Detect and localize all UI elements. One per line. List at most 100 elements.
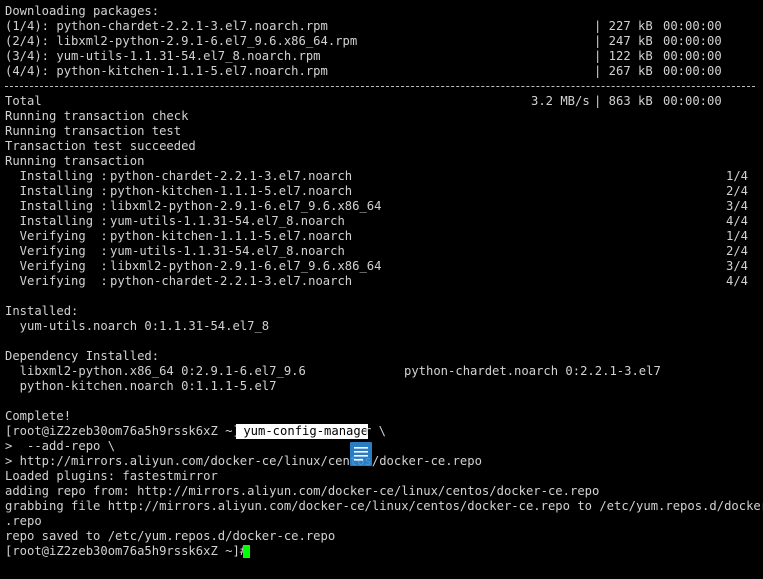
command-line[interactable]: [root@iZ2zeb30om76a5h9rssk6xZ ~]# yum-co… bbox=[0, 424, 763, 439]
download-time: 00:00:00 bbox=[663, 64, 722, 78]
output-text: Running transaction check bbox=[5, 109, 189, 123]
command-continuation: > http://mirrors.aliyun.com/docker-ce/li… bbox=[5, 454, 482, 468]
output-text: adding repo from: http://mirrors.aliyun.… bbox=[5, 484, 600, 498]
transaction-package: python-kitchen-1.1.1-5.el7.noarch bbox=[110, 229, 353, 243]
transaction-package: python-chardet-2.2.1-3.el7.noarch bbox=[110, 169, 353, 183]
transaction-count: 2/4 bbox=[726, 244, 749, 258]
total-label: Total bbox=[5, 94, 42, 108]
transaction-package: libxml2-python-2.9.1-6.el7_9.6.x86_64 bbox=[110, 199, 382, 213]
complete-message: Complete! bbox=[5, 409, 72, 423]
output-text: repo saved to /etc/yum.repos.d/docker-ce… bbox=[5, 529, 336, 543]
installed-header: Installed: bbox=[5, 304, 79, 318]
transaction-row: Installing : libxml2-python-2.9.1-6.el7_… bbox=[0, 199, 748, 214]
download-time: 00:00:00 bbox=[663, 19, 722, 33]
transaction-package: python-kitchen-1.1.1-5.el7.noarch bbox=[110, 184, 353, 198]
total-time: 00:00:00 bbox=[663, 94, 722, 108]
download-row: (4/4): python-kitchen-1.1.1-5.el7.noarch… bbox=[0, 64, 722, 79]
transaction-action: Verifying : bbox=[5, 274, 108, 288]
download-time: 00:00:00 bbox=[663, 49, 722, 63]
download-row: (1/4): python-chardet-2.2.1-3.el7.noarch… bbox=[0, 19, 722, 34]
download-package: (2/4): libxml2-python-2.9.1-6.el7_9.6.x8… bbox=[5, 34, 358, 48]
terminal-line: yum-utils.noarch 0:1.1.31-54.el7_8 bbox=[0, 319, 269, 334]
terminal-window[interactable]: Downloading packages: (1/4): python-char… bbox=[0, 0, 763, 579]
transaction-action: Installing : bbox=[5, 169, 108, 183]
active-prompt-line[interactable]: [root@iZ2zeb30om76a5h9rssk6xZ ~]# bbox=[0, 544, 763, 559]
total-row: Total 3.2 MB/s | 863 kB 00:00:00 bbox=[0, 94, 722, 109]
command-text: r \ bbox=[364, 424, 387, 438]
separator-line bbox=[0, 79, 763, 94]
shell-prompt: [root@iZ2zeb30om76a5h9rssk6xZ ~]# bbox=[5, 544, 255, 558]
document-icon[interactable] bbox=[349, 442, 373, 466]
terminal-line: > --add-repo \ bbox=[0, 439, 115, 454]
output-text: Downloading packages: bbox=[5, 4, 160, 18]
installed-package: yum-utils.noarch 0:1.1.31-54.el7_8 bbox=[5, 319, 270, 333]
transaction-action: Installing : bbox=[5, 199, 108, 213]
output-text: .repo bbox=[5, 514, 42, 528]
dependency-package: python-kitchen.noarch 0:1.1.1-5.el7 bbox=[5, 379, 277, 393]
command-continuation: > --add-repo \ bbox=[5, 439, 116, 453]
transaction-action: Installing : bbox=[5, 184, 108, 198]
output-text: Loaded plugins: fastestmirror bbox=[5, 469, 218, 483]
transaction-package: python-chardet-2.2.1-3.el7.noarch bbox=[110, 274, 353, 288]
transaction-action: Verifying : bbox=[5, 244, 108, 258]
shell-prompt: [root@iZ2zeb30om76a5h9rssk6xZ ~]# bbox=[5, 424, 248, 438]
download-size: | 227 kB bbox=[594, 19, 653, 33]
output-text: Transaction test succeeded bbox=[5, 139, 196, 153]
output-text: Running transaction test bbox=[5, 124, 182, 138]
terminal-line: python-kitchen.noarch 0:1.1.1-5.el7 bbox=[0, 379, 277, 394]
download-package: (3/4): yum-utils-1.1.31-54.el7_8.noarch.… bbox=[5, 49, 321, 63]
terminal-line: repo saved to /etc/yum.repos.d/docker-ce… bbox=[0, 529, 335, 544]
transaction-row: Verifying : python-kitchen-1.1.1-5.el7.n… bbox=[0, 229, 748, 244]
transaction-count: 1/4 bbox=[726, 169, 749, 183]
transaction-row: Installing : python-kitchen-1.1.1-5.el7.… bbox=[0, 184, 748, 199]
transaction-package: yum-utils-1.1.31-54.el7_8.noarch bbox=[110, 214, 345, 228]
output-text: Running transaction bbox=[5, 154, 145, 168]
transaction-action: Verifying : bbox=[5, 259, 108, 273]
transaction-package: yum-utils-1.1.31-54.el7_8.noarch bbox=[110, 244, 345, 258]
transaction-count: 4/4 bbox=[726, 274, 749, 288]
dependency-package: python-chardet.noarch 0:2.2.1-3.el7 bbox=[404, 364, 661, 378]
terminal-line: Complete! bbox=[0, 409, 71, 424]
terminal-line: adding repo from: http://mirrors.aliyun.… bbox=[0, 484, 599, 499]
download-time: 00:00:00 bbox=[663, 34, 722, 48]
download-row: (3/4): yum-utils-1.1.31-54.el7_8.noarch.… bbox=[0, 49, 722, 64]
terminal-line: Loaded plugins: fastestmirror bbox=[0, 469, 218, 484]
download-size: | 122 kB bbox=[594, 49, 653, 63]
terminal-line: Transaction test succeeded bbox=[0, 139, 196, 154]
transaction-count: 3/4 bbox=[726, 259, 749, 273]
selected-command-text[interactable]: yum-config-manage bbox=[236, 424, 369, 439]
terminal-line: Running transaction check bbox=[0, 109, 188, 124]
terminal-line: grabbing file http://mirrors.aliyun.com/… bbox=[0, 499, 763, 514]
terminal-line: Downloading packages: bbox=[0, 4, 159, 19]
terminal-line: Dependency Installed: bbox=[0, 349, 159, 364]
dependency-package: libxml2-python.x86_64 0:2.9.1-6.el7_9.6 bbox=[5, 364, 306, 378]
transaction-row: Installing : python-chardet-2.2.1-3.el7.… bbox=[0, 169, 748, 184]
download-package: (4/4): python-kitchen-1.1.1-5.el7.noarch… bbox=[5, 64, 328, 78]
transaction-row: Verifying : libxml2-python-2.9.1-6.el7_9… bbox=[0, 259, 748, 274]
terminal-line: Running transaction test bbox=[0, 124, 181, 139]
download-package: (1/4): python-chardet-2.2.1-3.el7.noarch… bbox=[5, 19, 328, 33]
transaction-count: 4/4 bbox=[726, 214, 749, 228]
transaction-package: libxml2-python-2.9.1-6.el7_9.6.x86_64 bbox=[110, 259, 382, 273]
output-text: grabbing file http://mirrors.aliyun.com/… bbox=[5, 499, 763, 513]
terminal-line: Installed: bbox=[0, 304, 78, 319]
transaction-row: Installing : yum-utils-1.1.31-54.el7_8.n… bbox=[0, 214, 748, 229]
dependency-header: Dependency Installed: bbox=[5, 349, 160, 363]
transaction-action: Verifying : bbox=[5, 229, 108, 243]
terminal-line: > http://mirrors.aliyun.com/docker-ce/li… bbox=[0, 454, 482, 469]
transaction-row: Verifying : python-chardet-2.2.1-3.el7.n… bbox=[0, 274, 748, 289]
transaction-row: Verifying : yum-utils-1.1.31-54.el7_8.no… bbox=[0, 244, 748, 259]
dashed-divider bbox=[5, 86, 755, 87]
terminal-line: Running transaction bbox=[0, 154, 144, 169]
terminal-line: .repo bbox=[0, 514, 42, 529]
download-row: (2/4): libxml2-python-2.9.1-6.el7_9.6.x8… bbox=[0, 34, 722, 49]
text-cursor bbox=[243, 545, 250, 558]
terminal-line: libxml2-python.x86_64 0:2.9.1-6.el7_9.6 … bbox=[0, 364, 661, 379]
download-size: | 267 kB bbox=[594, 64, 653, 78]
transaction-count: 2/4 bbox=[726, 184, 749, 198]
download-size: | 247 kB bbox=[594, 34, 653, 48]
total-speed: 3.2 MB/s bbox=[531, 94, 590, 108]
transaction-count: 1/4 bbox=[726, 229, 749, 243]
document-icon-graphic bbox=[350, 442, 372, 466]
transaction-count: 3/4 bbox=[726, 199, 749, 213]
